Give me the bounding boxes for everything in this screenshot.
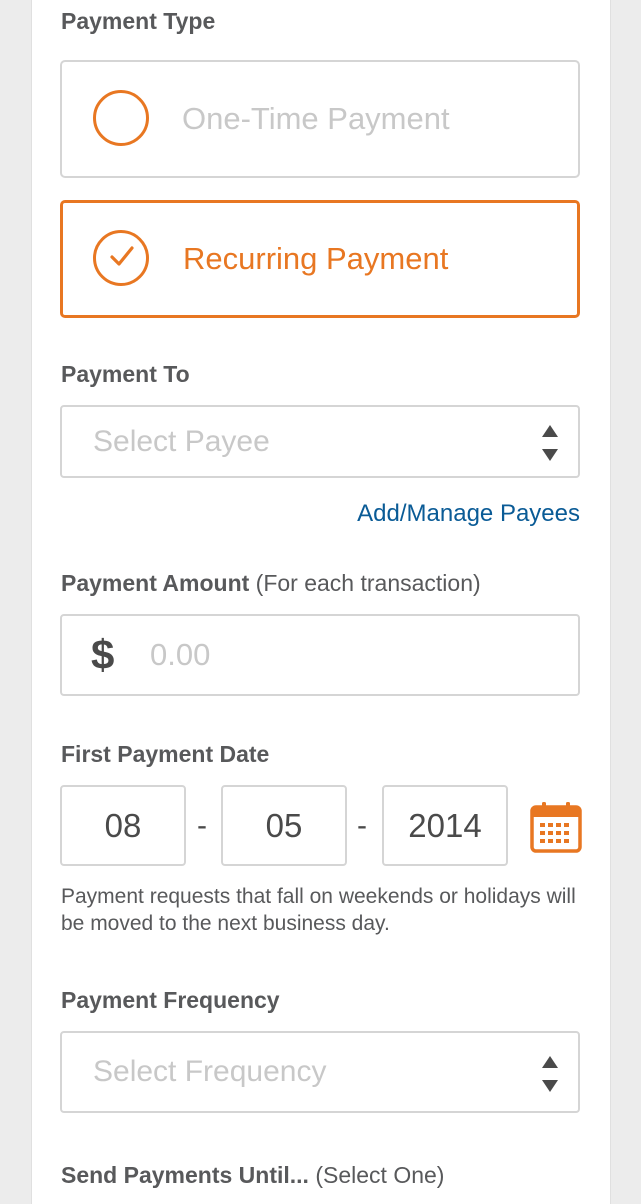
recurring-payment-option[interactable]: Recurring Payment bbox=[60, 200, 580, 318]
add-manage-payees-link[interactable]: Add/Manage Payees bbox=[357, 500, 580, 528]
payee-select-placeholder: Select Payee bbox=[93, 425, 270, 458]
date-separator: - bbox=[357, 809, 367, 842]
frequency-select[interactable]: Select Frequency bbox=[60, 1031, 580, 1113]
send-payments-until-sublabel: (Select One) bbox=[315, 1162, 445, 1188]
date-year-input[interactable]: 2014 bbox=[382, 785, 508, 866]
radio-checked-icon bbox=[93, 230, 149, 286]
calendar-icon[interactable] bbox=[530, 801, 582, 853]
select-arrows-icon bbox=[540, 1056, 560, 1092]
one-time-payment-label: One-Time Payment bbox=[182, 101, 450, 136]
payment-amount-field[interactable]: $ 0.00 bbox=[60, 614, 580, 696]
dollar-sign: $ bbox=[91, 631, 115, 678]
frequency-select-placeholder: Select Frequency bbox=[93, 1055, 327, 1088]
payee-select[interactable]: Select Payee bbox=[60, 405, 580, 478]
payment-frequency-label: Payment Frequency bbox=[61, 987, 280, 1013]
payment-form-card bbox=[31, 0, 611, 1204]
recurring-payment-label: Recurring Payment bbox=[183, 241, 449, 276]
send-payments-until-label: Send Payments Until... (Select One) bbox=[61, 1162, 444, 1189]
payment-amount-sublabel: (For each transaction) bbox=[255, 570, 481, 596]
payment-to-label: Payment To bbox=[61, 361, 190, 387]
radio-unchecked-icon bbox=[93, 90, 149, 146]
select-arrows-icon bbox=[540, 425, 560, 461]
first-payment-date-label: First Payment Date bbox=[61, 741, 270, 767]
payment-amount-title: Payment Amount bbox=[61, 570, 250, 596]
checkmark-icon bbox=[110, 246, 134, 266]
date-month-input[interactable]: 08 bbox=[60, 785, 186, 866]
date-separator: - bbox=[197, 809, 207, 842]
payment-amount-label: Payment Amount (For each transaction) bbox=[61, 570, 481, 597]
send-payments-until-title: Send Payments Until... bbox=[61, 1162, 309, 1188]
date-day-input[interactable]: 05 bbox=[221, 785, 347, 866]
one-time-payment-option[interactable]: One-Time Payment bbox=[60, 60, 580, 178]
payment-type-label: Payment Type bbox=[61, 8, 216, 34]
weekend-holiday-note: Payment requests that fall on weekends o… bbox=[61, 885, 576, 935]
payment-amount-input[interactable]: 0.00 bbox=[150, 616, 210, 694]
